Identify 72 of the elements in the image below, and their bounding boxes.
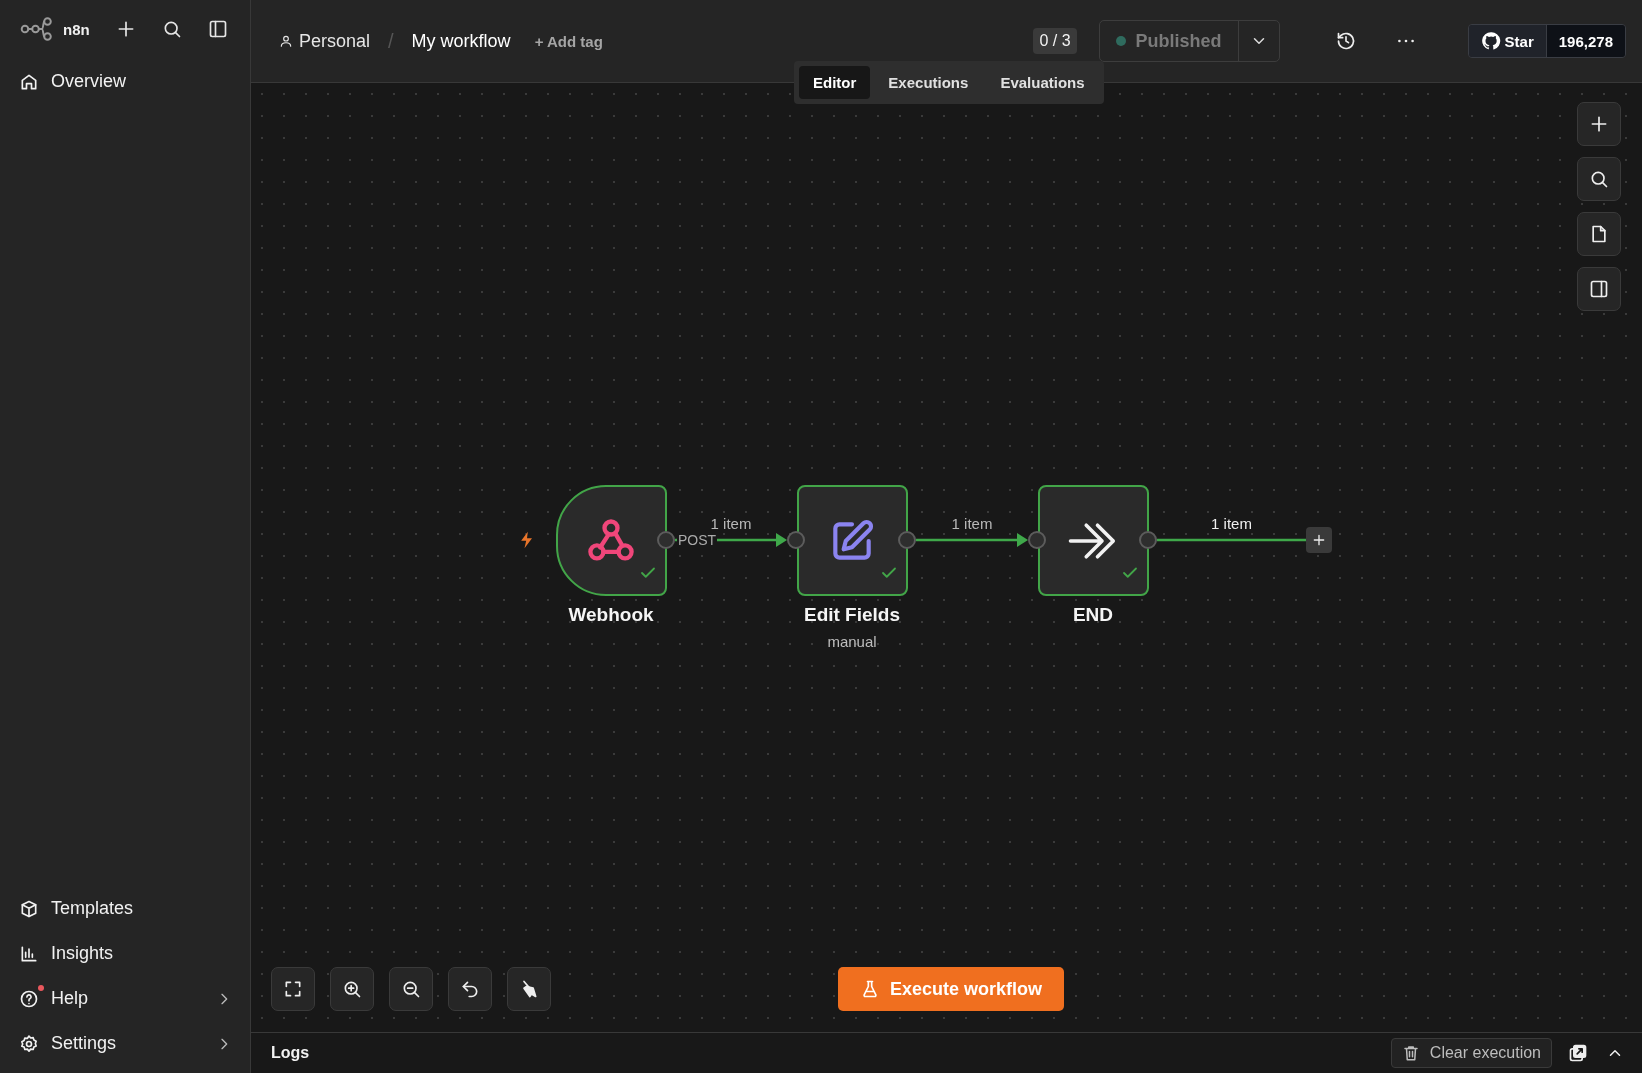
box-icon: [19, 898, 39, 919]
note-icon: [1589, 224, 1609, 244]
clear-button[interactable]: [507, 967, 551, 1011]
workflow-node[interactable]: [555, 485, 667, 596]
workflow-name[interactable]: My workflow: [411, 30, 511, 52]
flask-icon: [860, 979, 880, 999]
sidebar-item[interactable]: Help: [0, 977, 250, 1020]
publish-button[interactable]: Published: [1098, 20, 1280, 62]
zoom-in-icon: [342, 979, 362, 999]
node-name: Webhook: [568, 604, 654, 626]
plus-icon: [116, 19, 136, 39]
add-tag-link[interactable]: + Add tag: [534, 32, 603, 50]
publish-label: Published: [1135, 30, 1222, 52]
panel-icon: [208, 19, 228, 39]
search-button[interactable]: [1577, 157, 1621, 201]
more-button[interactable]: [1397, 39, 1414, 43]
search-icon: [162, 19, 182, 39]
popout-icon: [1568, 1043, 1588, 1063]
node-subtitle: manual: [827, 633, 877, 650]
panel-icon: [1589, 279, 1609, 299]
trash-icon: [1401, 1044, 1420, 1062]
brand-name: n8n: [63, 20, 90, 38]
sidebar-item[interactable]: Templates: [0, 887, 250, 930]
github-star-widget[interactable]: Star 196,278: [1467, 24, 1626, 58]
undo-icon: [460, 979, 480, 999]
view-tab[interactable]: Evaluations: [986, 66, 1099, 99]
plus-icon: [1311, 532, 1327, 548]
add-node-button[interactable]: [1577, 102, 1621, 146]
search-icon: [1589, 169, 1609, 189]
status-dot: [1115, 36, 1126, 46]
workflow-node[interactable]: [796, 485, 908, 596]
help-icon: [19, 988, 39, 1009]
github-star-button[interactable]: Star: [1468, 25, 1546, 57]
item-count-label: 1 item: [951, 515, 993, 532]
sidebar-item[interactable]: Settings: [0, 1022, 250, 1065]
settings-icon: [19, 1033, 39, 1054]
breadcrumb-separator: /: [388, 29, 394, 53]
view-tab[interactable]: Executions: [874, 66, 983, 99]
star-count: 196,278: [1545, 25, 1625, 57]
sticky-note-button[interactable]: [1577, 212, 1621, 256]
more-icon: [1397, 39, 1414, 43]
panel-toggle-button[interactable]: [1577, 267, 1621, 311]
fit-view-button[interactable]: [271, 967, 315, 1011]
project-link[interactable]: Personal: [299, 30, 371, 52]
github-icon: [1480, 31, 1501, 51]
fit-view-icon: [283, 979, 303, 999]
workflow-node[interactable]: [1037, 485, 1149, 596]
input-handle[interactable]: [1028, 531, 1046, 549]
item-count-label: 1 item: [710, 515, 752, 532]
branch-label: POST: [677, 532, 718, 548]
node-name: Edit Fields: [803, 604, 901, 626]
sidebar-item[interactable]: Insights: [0, 932, 250, 975]
history-icon: [1335, 31, 1356, 51]
zoom-out-button[interactable]: [389, 967, 433, 1011]
plus-icon: [1589, 114, 1609, 134]
person-icon: [279, 34, 293, 48]
input-handle[interactable]: [787, 531, 805, 549]
history-button[interactable]: [1335, 31, 1356, 51]
node-name: END: [1072, 604, 1114, 626]
counter-badge: 0 / 3: [1033, 28, 1077, 54]
output-handle[interactable]: [1139, 531, 1157, 549]
add-node-button[interactable]: [1306, 527, 1332, 553]
view-tab[interactable]: Editor: [799, 66, 871, 99]
zoom-out-icon: [401, 979, 421, 999]
sidebar-item[interactable]: Overview: [0, 60, 250, 103]
zoom-in-button[interactable]: [330, 967, 374, 1011]
undo-button[interactable]: [448, 967, 492, 1011]
clear-execution-button[interactable]: Clear execution: [1390, 1038, 1552, 1068]
output-handle[interactable]: [898, 531, 916, 549]
item-count-label: 1 item: [1211, 515, 1252, 532]
output-handle[interactable]: [657, 531, 675, 549]
logs-title: Logs: [271, 1044, 310, 1062]
